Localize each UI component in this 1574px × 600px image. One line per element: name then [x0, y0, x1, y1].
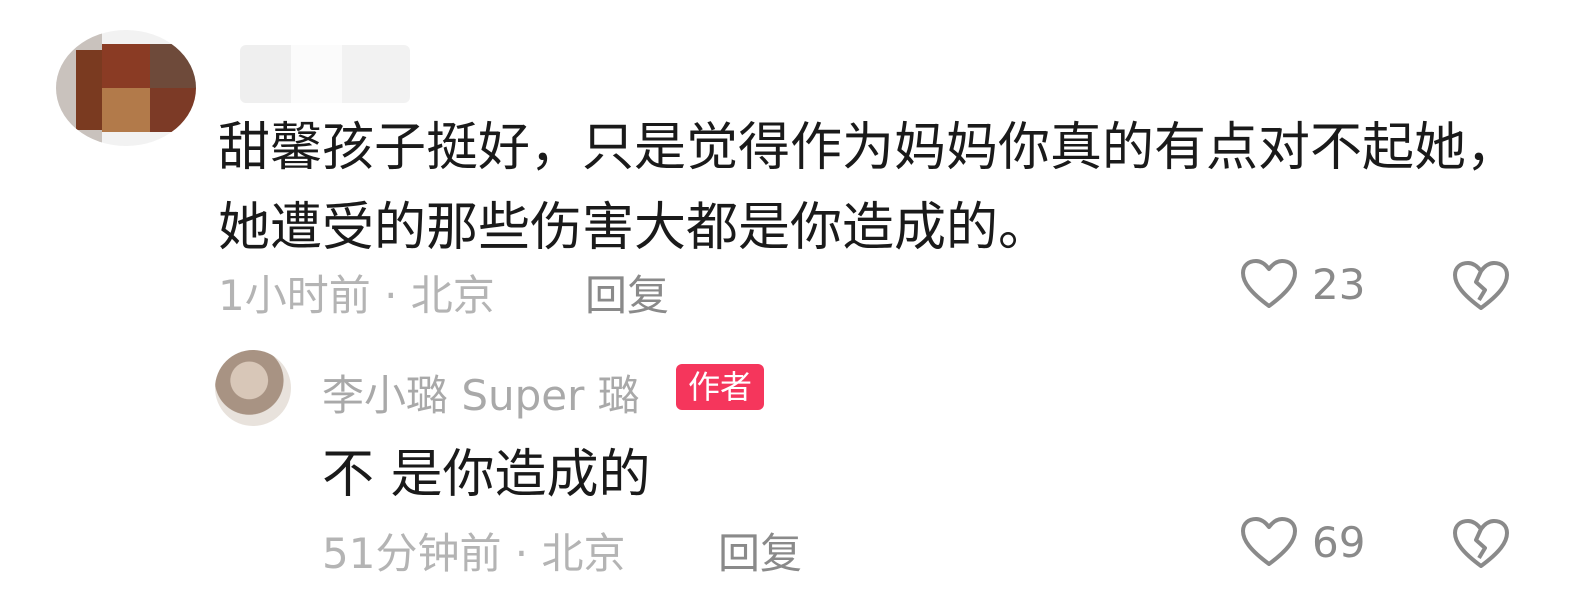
comment-text: 甜馨孩子挺好，只是觉得作为妈妈你真的有点对不起她，她遭受的那些伤害大都是你造成的… [218, 118, 1519, 258]
reply-reply-button[interactable]: 回复 [718, 520, 802, 581]
comment-reply-button[interactable]: 回复 [585, 262, 669, 323]
comment-meta: 1小时前 · 北京 [218, 271, 495, 320]
author-badge: 作者 [676, 364, 765, 410]
commenter-avatar[interactable] [56, 30, 196, 146]
author-name[interactable]: 李小璐 Super 璐 [322, 362, 640, 423]
heart-outline-icon [1240, 516, 1298, 568]
reply-text: 不 是你造成的 [322, 445, 651, 505]
reply-meta: 51分钟前 · 北京 [322, 529, 626, 578]
comment-thread: 甜馨孩子挺好，只是觉得作为妈妈你真的有点对不起她，她遭受的那些伤害大都是你造成的… [0, 0, 1574, 600]
heart-outline-icon [1240, 258, 1298, 310]
comment-like-count: 23 [1312, 259, 1366, 309]
author-avatar[interactable] [215, 350, 291, 426]
comment-like-button[interactable]: 23 [1240, 258, 1365, 310]
reply-dislike-button[interactable] [1452, 518, 1510, 570]
broken-heart-icon [1452, 518, 1510, 570]
comment-dislike-button[interactable] [1452, 260, 1510, 312]
reply-like-count: 69 [1312, 517, 1366, 567]
commenter-name-blurred[interactable] [240, 45, 410, 103]
reply-like-button[interactable]: 69 [1240, 516, 1365, 568]
broken-heart-icon [1452, 260, 1510, 312]
